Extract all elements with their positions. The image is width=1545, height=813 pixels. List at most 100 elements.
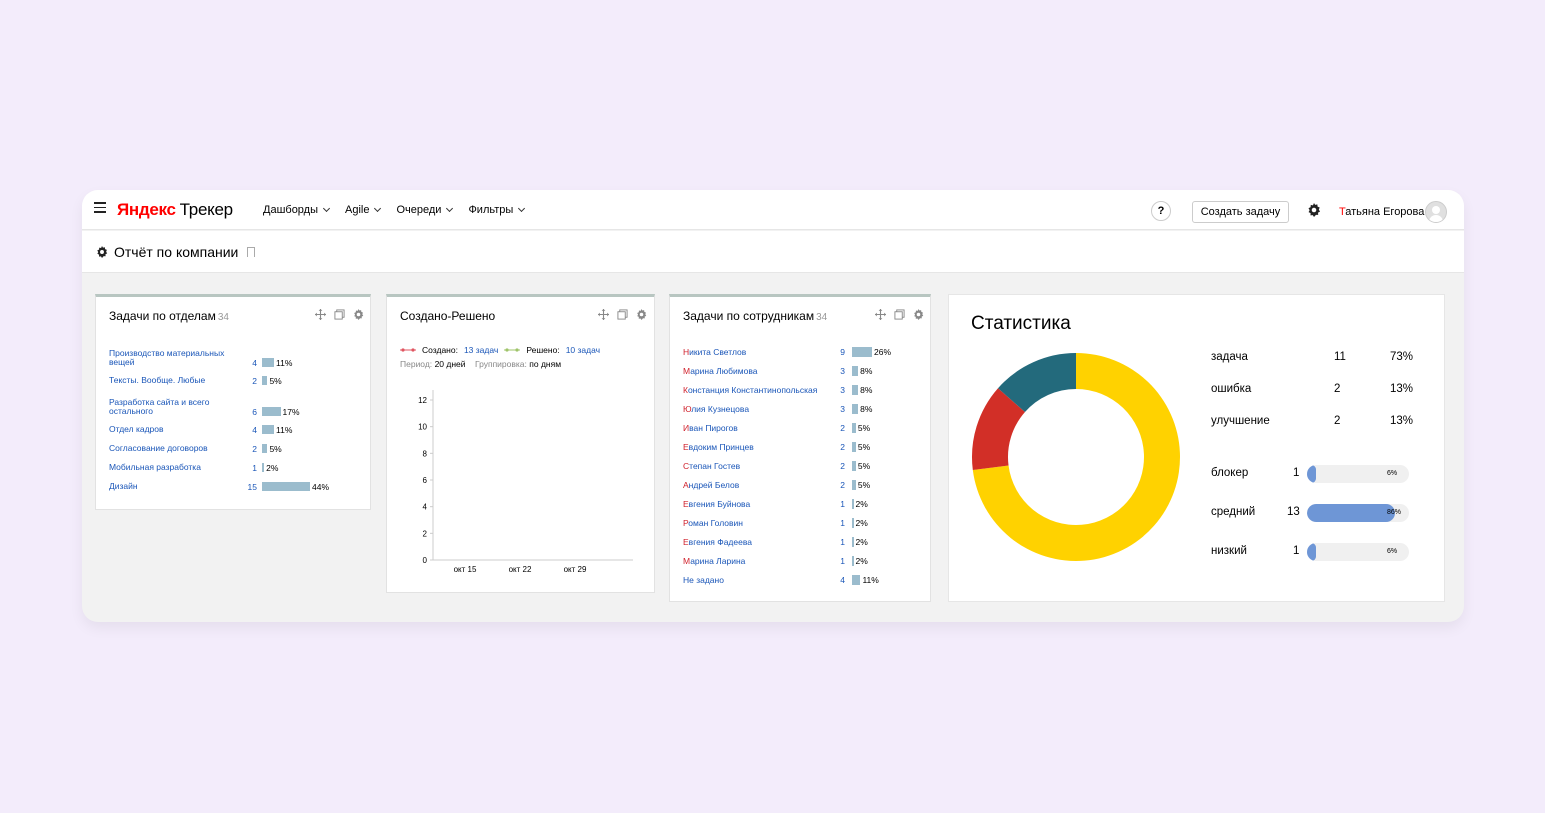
copy-icon[interactable] xyxy=(334,309,345,320)
employee-link[interactable]: Констанция Константинопольская xyxy=(683,385,833,395)
move-icon[interactable] xyxy=(315,309,326,320)
page-title: Отчёт по компании xyxy=(96,244,256,260)
department-bar xyxy=(262,407,281,416)
widget-title: Статистика xyxy=(971,313,1071,334)
employee-link[interactable]: Евгения Фадеева xyxy=(683,537,833,547)
employee-count[interactable]: 1 xyxy=(835,556,845,566)
gear-icon[interactable] xyxy=(353,309,364,320)
employee-bar xyxy=(852,366,859,376)
employee-count[interactable]: 1 xyxy=(835,518,845,528)
employee-count[interactable]: 2 xyxy=(835,442,845,452)
issue-type-count: 2 xyxy=(1334,383,1341,395)
priority-label: средний xyxy=(1211,506,1256,518)
department-bar xyxy=(262,463,265,472)
issue-type-label: ошибка xyxy=(1211,383,1252,395)
employee-name-rest: тепан Гостев xyxy=(689,461,741,471)
employee-link[interactable]: Юлия Кузнецова xyxy=(683,404,833,414)
issue-type-percent: 13% xyxy=(1390,415,1414,427)
nav-agile[interactable]: Agile xyxy=(345,204,382,216)
priority-label: низкий xyxy=(1211,545,1247,557)
department-count[interactable]: 4 xyxy=(247,358,257,368)
department-link[interactable]: Тексты. Вообще. Любые xyxy=(109,376,237,385)
department-count[interactable]: 6 xyxy=(247,407,257,417)
department-count[interactable]: 2 xyxy=(247,444,257,454)
department-percent: 5% xyxy=(269,376,282,386)
employee-percent: 8% xyxy=(860,366,873,376)
chevron-down-icon xyxy=(518,204,526,213)
priority-bar-fill xyxy=(1307,504,1395,522)
department-link[interactable]: Производство материальных вещей xyxy=(109,349,237,367)
department-bar xyxy=(262,358,274,367)
employee-bar xyxy=(852,385,859,395)
widget-title: Задачи по отделам 34 xyxy=(109,309,229,323)
employee-link[interactable]: Иван Пирогов xyxy=(683,423,833,433)
copy-icon[interactable] xyxy=(894,309,905,320)
employee-bar xyxy=(852,518,854,528)
employee-count[interactable]: 1 xyxy=(835,499,845,509)
employee-link[interactable]: Степан Гостев xyxy=(683,461,833,471)
resolved-label: Решено: xyxy=(526,345,560,355)
settings-gear-icon[interactable] xyxy=(1307,203,1321,217)
widget-title-text: Задачи по отделам xyxy=(109,309,216,323)
department-bar xyxy=(262,376,268,385)
employee-link[interactable]: Никита Светлов xyxy=(683,347,833,357)
avatar[interactable] xyxy=(1425,201,1447,223)
priority-count: 1 xyxy=(1293,545,1300,557)
created-resolved-chart: 0 2 4 6 8 10 12 окт 15 окт 22 окт 29 xyxy=(418,390,633,574)
bookmark-icon[interactable] xyxy=(247,247,256,257)
create-task-button[interactable]: Создать задачу xyxy=(1192,201,1289,223)
employee-count[interactable]: 2 xyxy=(835,480,845,490)
department-link[interactable]: Согласование договоров xyxy=(109,444,237,453)
x-tick-label: окт 29 xyxy=(564,565,587,574)
department-count[interactable]: 4 xyxy=(247,425,257,435)
copy-icon[interactable] xyxy=(617,309,628,320)
department-count[interactable]: 1 xyxy=(247,463,257,473)
employee-link[interactable]: Марина Ларина xyxy=(683,556,833,566)
gear-icon[interactable] xyxy=(96,246,108,258)
logo[interactable]: Яндекс Трекер xyxy=(117,200,233,220)
employee-link[interactable]: Роман Головин xyxy=(683,518,833,528)
created-series-icon xyxy=(400,348,416,352)
chevron-down-icon xyxy=(446,204,454,213)
nav-filters[interactable]: Фильтры xyxy=(468,204,526,216)
move-icon[interactable] xyxy=(598,309,609,320)
nav-dashboards[interactable]: Дашборды xyxy=(263,204,331,216)
employee-link[interactable]: Марина Любимова xyxy=(683,366,833,376)
menu-icon[interactable] xyxy=(94,202,106,213)
employee-name-rest: вгения Буйнова xyxy=(688,499,751,509)
department-link[interactable]: Разработка сайта и всего остального xyxy=(109,398,237,416)
resolved-link[interactable]: 10 задач xyxy=(566,345,600,355)
user-name[interactable]: Татьяна Егорова xyxy=(1339,206,1424,218)
employee-count[interactable]: 1 xyxy=(835,537,845,547)
employee-link[interactable]: Евгения Буйнова xyxy=(683,499,833,509)
y-tick-label: 4 xyxy=(423,503,428,512)
gear-icon[interactable] xyxy=(636,309,647,320)
department-link[interactable]: Мобильная разработка xyxy=(109,463,237,472)
employee-count[interactable]: 3 xyxy=(835,404,845,414)
department-percent: 11% xyxy=(276,358,293,368)
help-button[interactable]: ? xyxy=(1151,201,1171,221)
employee-link[interactable]: Не задано xyxy=(683,575,833,585)
employee-count[interactable]: 2 xyxy=(835,461,845,471)
created-link[interactable]: 13 задач xyxy=(464,345,498,355)
employee-count[interactable]: 3 xyxy=(835,385,845,395)
x-tick-label: окт 15 xyxy=(454,565,477,574)
employee-count[interactable]: 4 xyxy=(835,575,845,585)
employee-count[interactable]: 3 xyxy=(835,366,845,376)
department-link[interactable]: Дизайн xyxy=(109,482,237,491)
employee-bar xyxy=(852,423,856,433)
nav-queues[interactable]: Очереди xyxy=(396,204,454,216)
employee-name-rest: онстанция Константинопольская xyxy=(687,385,818,395)
gear-icon[interactable] xyxy=(913,309,924,320)
employee-link[interactable]: Андрей Белов xyxy=(683,480,833,490)
period-label: Период: xyxy=(400,359,433,369)
employee-count[interactable]: 9 xyxy=(835,347,845,357)
issue-type-label: улучшение xyxy=(1211,415,1270,427)
employee-link[interactable]: Евдоким Принцев xyxy=(683,442,833,452)
employee-bar xyxy=(852,480,856,490)
department-link[interactable]: Отдел кадров xyxy=(109,425,237,434)
department-count[interactable]: 2 xyxy=(247,376,257,386)
employee-count[interactable]: 2 xyxy=(835,423,845,433)
move-icon[interactable] xyxy=(875,309,886,320)
department-count[interactable]: 15 xyxy=(247,482,257,492)
